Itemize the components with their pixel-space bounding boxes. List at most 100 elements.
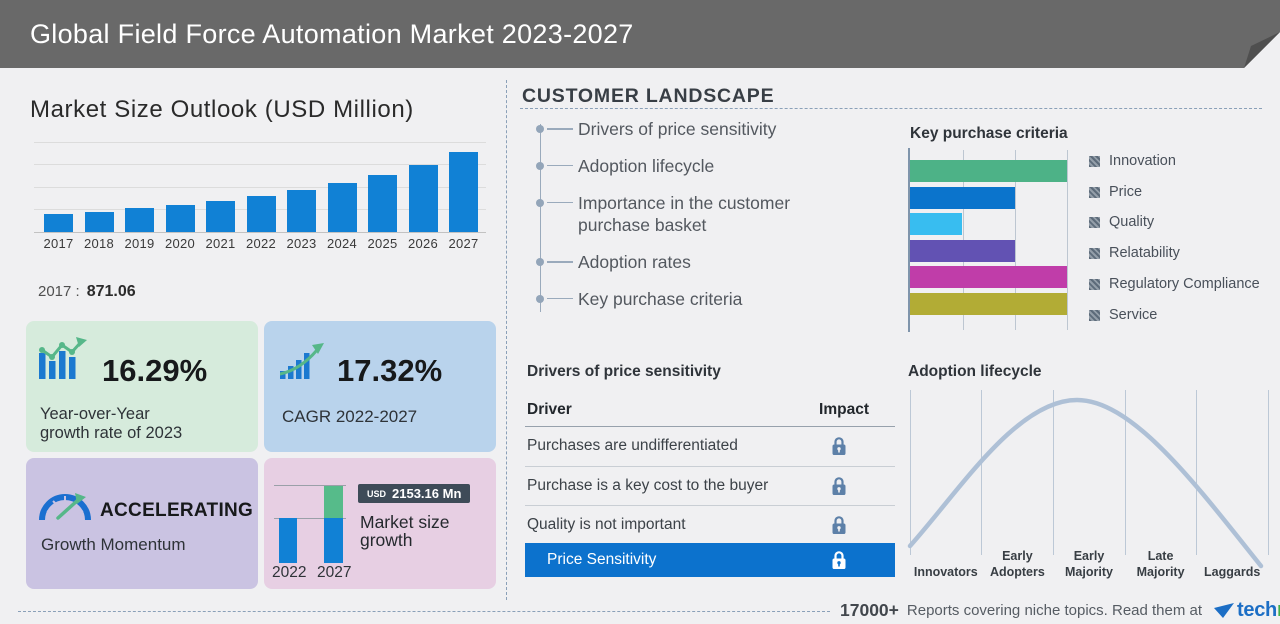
yoy-growth-card: 16.29% Year-over-Year growth rate of 202… — [26, 321, 258, 452]
lock-icon — [832, 476, 846, 495]
technavio-arrow-icon — [1214, 602, 1235, 618]
label-line: Majority — [1136, 564, 1185, 579]
bar-chart-trend-icon — [39, 337, 87, 379]
criteria-bar — [910, 186, 1015, 209]
table-rows: Purchases are undifferentiated Purchase i… — [525, 427, 895, 546]
cagr-value: 17.32% — [337, 353, 443, 388]
legend-item: Regulatory Compliance — [1089, 276, 1260, 292]
market-bar — [84, 212, 114, 232]
market-bar-column: 2022 — [243, 138, 280, 254]
market-bar — [368, 175, 397, 232]
market-bar — [327, 183, 357, 232]
legend-hatch-marker — [1089, 278, 1100, 290]
criteria-bar — [910, 160, 1067, 182]
legend-label: Price — [1109, 184, 1143, 200]
adoption-segment-label: Innovators — [910, 544, 982, 580]
badge-currency: USD — [367, 488, 387, 499]
growth-bar-2022 — [279, 518, 297, 563]
market-bar-column: 2018 — [81, 138, 118, 254]
growth-bar-2027-delta — [324, 486, 343, 518]
legend-label: Innovation — [1109, 153, 1176, 169]
label-line: Early — [1073, 548, 1105, 563]
momentum-label: Growth Momentum — [41, 535, 186, 554]
market-bar-year-label: 2018 — [83, 235, 115, 251]
market-bar — [44, 214, 73, 232]
driver-row: Quality is not important — [525, 506, 895, 546]
label-line: Adopters — [989, 564, 1045, 579]
label-line: Late — [1147, 548, 1174, 563]
brand-tech: tech — [1237, 599, 1277, 621]
driver-row: Purchase is a key cost to the buyer — [525, 467, 895, 506]
market-size-growth-card: 2022 2027 USD 2153.16 Mn Market size gro… — [264, 458, 496, 589]
market-2017-note: 2017 : 871.06 — [38, 283, 136, 301]
page-curl-decoration — [1244, 32, 1280, 68]
badge-amount: 2153.16 Mn — [392, 486, 462, 501]
legend-label: Quality — [1109, 214, 1155, 230]
header-bar: Global Field Force Automation Market 202… — [0, 0, 1280, 68]
market-bar-year-label: 2027 — [448, 235, 479, 251]
legend-hatch-marker — [1089, 155, 1100, 167]
gridline — [1067, 150, 1068, 330]
market-bar-column: 2023 — [283, 138, 320, 254]
driver-column-header: Driver — [527, 401, 572, 418]
legend-hatch-marker — [1089, 247, 1100, 259]
momentum-headline: ACCELERATING — [100, 500, 254, 521]
market-bar-year-label: 2025 — [367, 235, 398, 251]
customer-landscape-item: Adoption lifecycle — [536, 155, 828, 178]
market-bar — [165, 205, 195, 232]
legend-label: Service — [1109, 307, 1158, 323]
market-bar-year-label: 2022 — [245, 235, 277, 251]
market-bar-year-label: 2020 — [164, 235, 196, 251]
adoption-lifecycle-title: Adoption lifecycle — [908, 363, 1042, 380]
label-line: Early — [1002, 548, 1033, 563]
report-count: 17000+ — [840, 600, 899, 620]
legend-hatch-marker — [1089, 309, 1100, 321]
market-bar — [287, 190, 316, 232]
lock-icon — [832, 437, 846, 455]
market-bar-column: 2020 — [162, 138, 199, 254]
legend-label: Regulatory Compliance — [1109, 276, 1260, 292]
note-label: 2017 : — [38, 283, 80, 300]
market-bars: 2017 2018 2019 2020 2021 2022 2023 2024 2025 2026… — [40, 138, 482, 254]
market-bar — [408, 165, 438, 232]
legend-item: Quality — [1089, 214, 1154, 230]
usd-growth-badge: USD 2153.16 Mn — [358, 484, 471, 503]
tree-dot-icon — [536, 161, 544, 170]
tree-dot-icon — [536, 125, 544, 133]
lock-icon — [832, 551, 846, 569]
growth-bar-2027-base — [324, 518, 343, 563]
legend-item: Price — [1089, 184, 1142, 200]
growth-label: Market size growth — [360, 512, 450, 551]
list-item-label: Key purchase criteria — [578, 288, 743, 309]
key-purchase-criteria-chart — [908, 148, 1072, 332]
market-bar-year-label: 2024 — [326, 235, 358, 251]
list-item-label: Adoption rates — [578, 252, 691, 272]
page-title: Global Field Force Automation Market 202… — [30, 19, 634, 49]
tree-branch-line — [547, 201, 573, 203]
tree-branch-line — [547, 128, 573, 130]
customer-landscape-item: Key purchase criteria — [536, 288, 828, 311]
speedometer-icon — [39, 493, 91, 521]
label-line: Majority — [1065, 564, 1113, 579]
footer-text: Reports covering niche topics. Read them… — [906, 602, 1203, 619]
tree-branch-line — [547, 297, 573, 300]
dashed-underline — [520, 108, 1262, 109]
market-bar-column: 2024 — [324, 138, 361, 254]
label-line: Laggards — [1204, 564, 1261, 579]
market-bar-year-label: 2017 — [43, 235, 74, 251]
impact-column-header: Impact — [819, 401, 869, 418]
customer-landscape-title: CUSTOMER LANDSCAPE — [522, 85, 775, 107]
adoption-segment-label: Early Adopters — [982, 544, 1054, 580]
growth-year-left: 2022 — [272, 564, 307, 581]
adoption-segment-label: Early Majority — [1053, 544, 1125, 580]
lock-icon — [832, 516, 846, 534]
list-item-label: Drivers of price sensitivity — [578, 119, 777, 139]
legend-item: Relatability — [1089, 245, 1180, 261]
legend-item: Innovation — [1089, 153, 1176, 169]
customer-landscape-item: Adoption rates — [536, 251, 828, 274]
market-size-bar-chart: 2017 2018 2019 2020 2021 2022 2023 2024 2025 2026… — [32, 138, 488, 256]
tree-dot-icon — [536, 198, 544, 207]
growth-year-right: 2027 — [317, 564, 352, 581]
highlight-label: Price Sensitivity — [547, 551, 657, 568]
cagr-label: CAGR 2022-2027 — [282, 407, 418, 426]
